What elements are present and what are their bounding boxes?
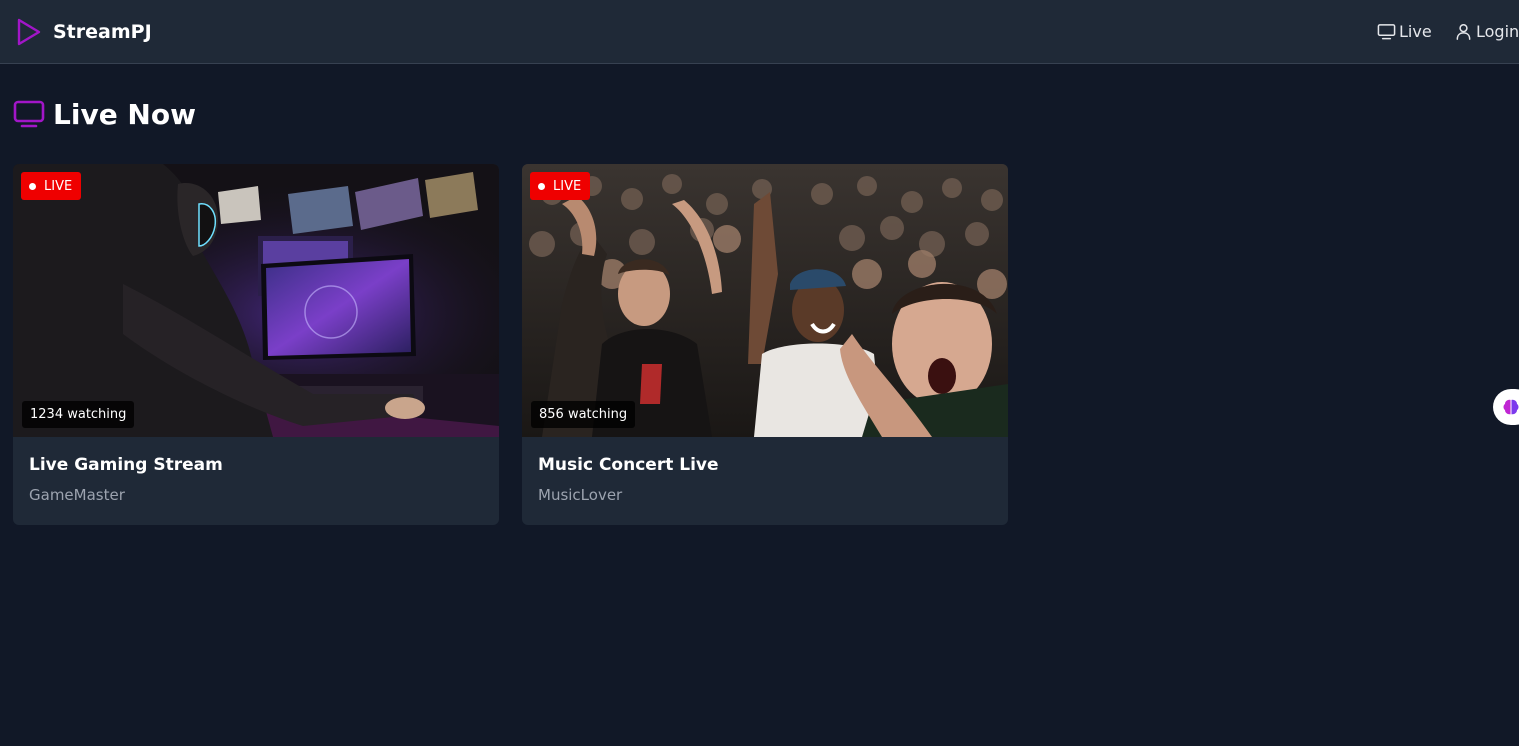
nav-login-label: Login [1476,21,1519,41]
play-icon [17,18,41,46]
stream-card[interactable]: LIVE 1234 watching Live Gaming Stream Ga… [13,164,499,525]
nav-live-link[interactable]: Live [1377,18,1432,44]
stream-username[interactable]: GameMaster [29,486,125,504]
live-badge-label: LIVE [44,178,73,194]
section-title: Live Now [53,97,196,131]
nav-login-link[interactable]: Login [1454,18,1519,44]
top-navbar: StreamPJ Live Login [0,0,1519,64]
brain-icon [1503,399,1519,415]
viewer-count-badge: 1234 watching [22,401,135,428]
stream-thumbnail: LIVE 1234 watching [13,164,499,437]
stream-thumbnail: LIVE 856 watching [522,164,1008,437]
floating-assistant-button[interactable] [1493,389,1519,425]
section-heading: Live Now [13,96,196,132]
stream-username[interactable]: MusicLover [538,486,622,504]
stream-card[interactable]: LIVE 856 watching Music Concert Live Mus… [522,164,1008,525]
live-badge: LIVE [21,172,82,200]
monitor-icon [1377,23,1396,39]
brand-logo-link[interactable]: StreamPJ [16,17,152,47]
brand-name: StreamPJ [53,21,152,43]
viewer-count-badge: 856 watching [531,401,636,428]
live-badge-label: LIVE [553,178,582,194]
stream-title[interactable]: Live Gaming Stream [29,455,223,475]
live-badge: LIVE [530,172,591,200]
live-dot-icon [29,182,36,190]
nav-live-label: Live [1399,21,1432,41]
live-dot-icon [538,182,545,190]
user-icon [1456,23,1471,40]
stream-title[interactable]: Music Concert Live [538,455,719,475]
tv-icon [13,100,45,128]
